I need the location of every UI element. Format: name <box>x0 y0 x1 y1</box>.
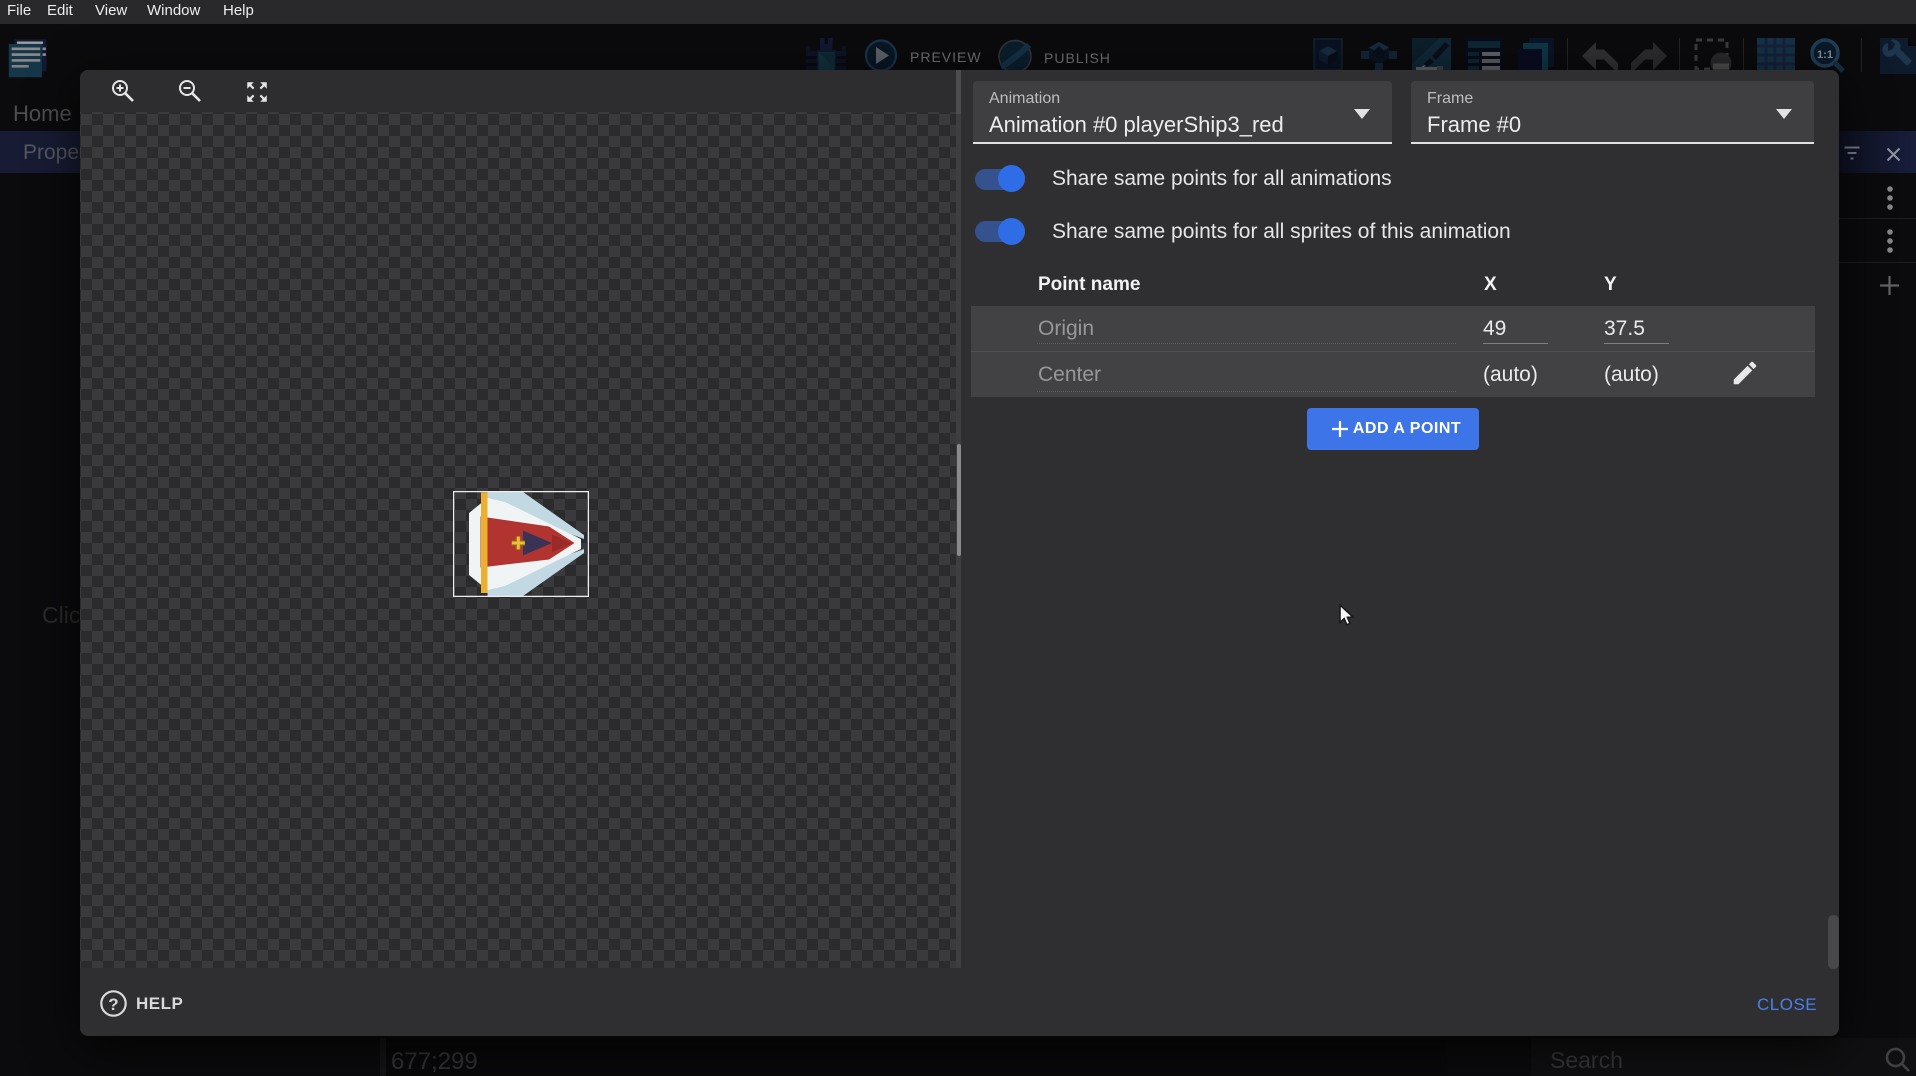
svg-text:?: ? <box>108 995 118 1014</box>
svg-text:1:1: 1:1 <box>1817 49 1833 61</box>
